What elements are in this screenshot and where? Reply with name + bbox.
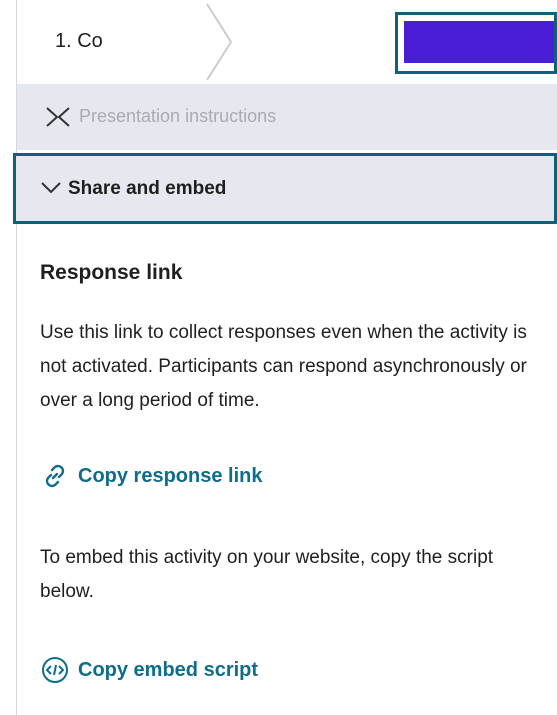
response-link-heading: Response link [40, 261, 183, 284]
copy-response-link-button[interactable]: Copy response link [40, 460, 263, 492]
embed-description: To embed this activity on your website, … [40, 547, 494, 602]
link-icon [45, 464, 65, 488]
breadcrumb-separator-icon [206, 3, 233, 81]
copy-embed-script-button[interactable]: Copy embed script [40, 654, 258, 686]
copy-embed-script-label: Copy embed script [78, 658, 259, 681]
chevron-right-icon [46, 107, 70, 127]
copy-response-link-label: Copy response link [78, 464, 263, 487]
accordion-share-label: Share and embed [68, 178, 227, 199]
response-link-description: Use this link to collect responses even … [40, 322, 527, 411]
breadcrumb: 1. Co [17, 0, 557, 85]
accordion-presentation-instructions[interactable]: Presentation instructions [17, 84, 557, 150]
accordion-share-and-embed[interactable]: Share and embed [13, 153, 557, 224]
chevron-down-icon [41, 182, 61, 194]
breadcrumb-step-2-highlight [404, 21, 554, 63]
breadcrumb-step-1[interactable]: 1. Co [55, 30, 103, 53]
breadcrumb-step-2[interactable] [395, 12, 557, 74]
code-icon [42, 657, 68, 683]
accordion-label: Presentation instructions [79, 106, 277, 126]
share-panel: 1. Co Presentation instructions Share an… [0, 0, 557, 715]
